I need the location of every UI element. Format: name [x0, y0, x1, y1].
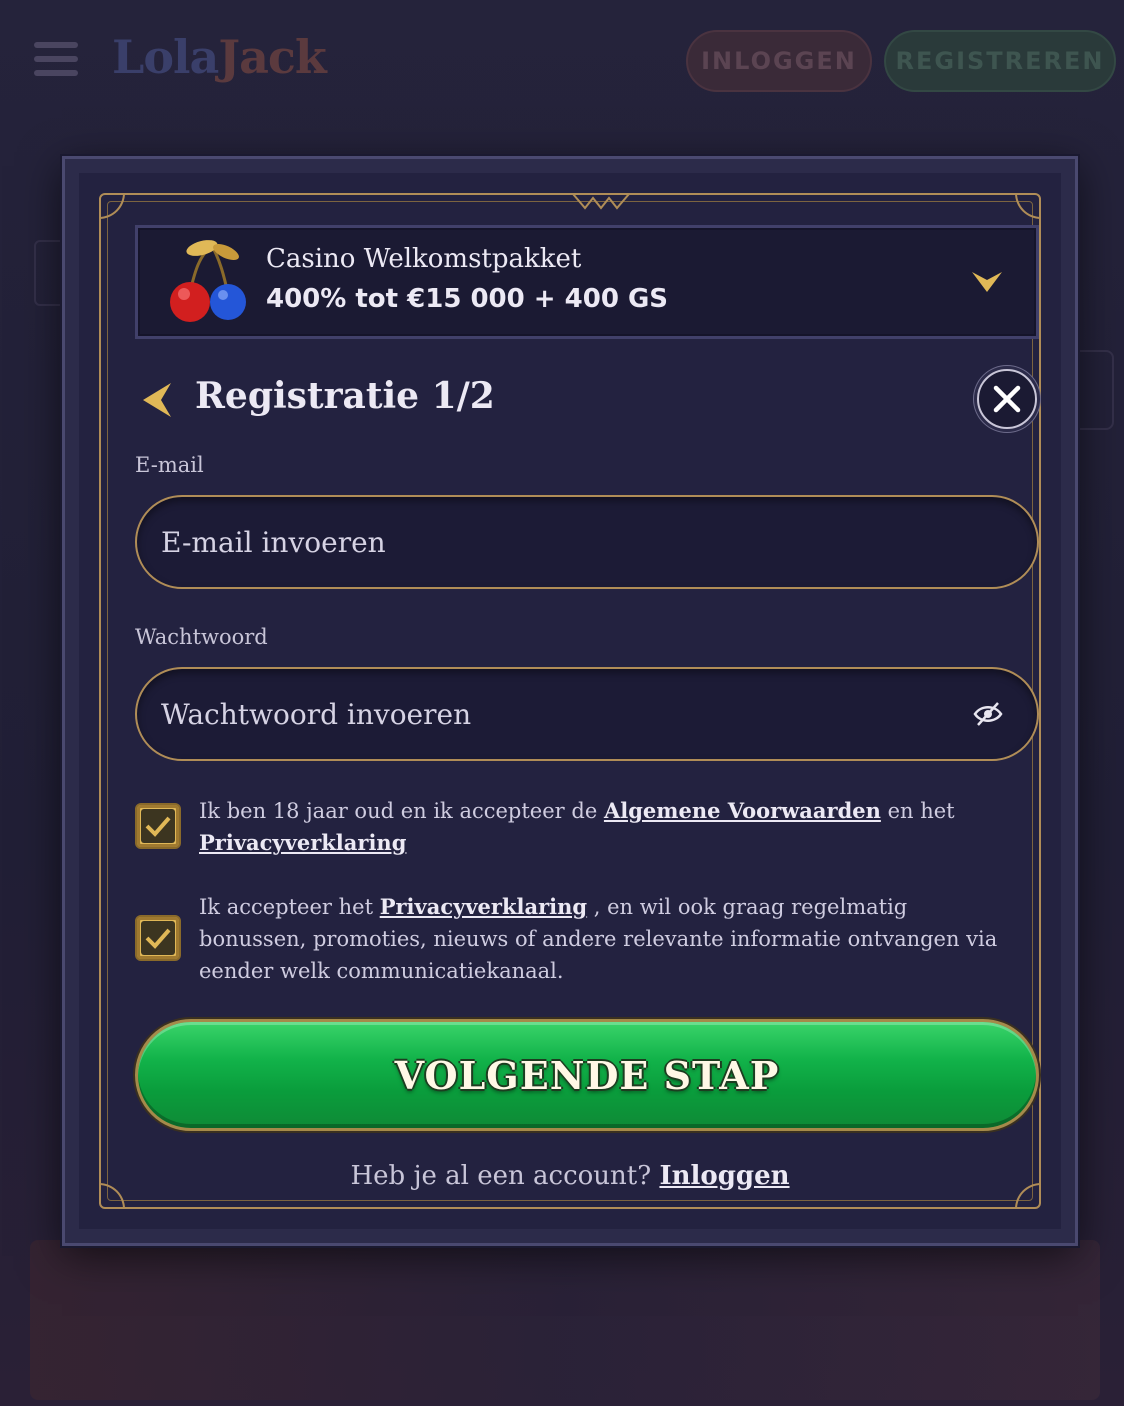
cherries-icon [170, 240, 246, 322]
site-logo: LolaJack [112, 30, 327, 84]
privacy-statement-link[interactable]: Privacyverklaring [380, 894, 587, 919]
registration-modal: Casino Welkomstpakket 400% tot €15 000 +… [62, 156, 1078, 1246]
password-field[interactable] [137, 669, 1037, 759]
privacy-statement-link[interactable]: Privacyverklaring [199, 830, 406, 855]
marketing-checkbox[interactable] [135, 915, 181, 961]
page-title: Registratie 1/2 [195, 375, 495, 417]
next-step-button[interactable]: VOLGENDE STAP [135, 1019, 1039, 1131]
password-field-wrapper [135, 667, 1039, 761]
terms-text: Ik ben 18 jaar oud en ik accepteer de Al… [199, 798, 955, 855]
email-field[interactable] [137, 497, 1037, 587]
close-icon [993, 385, 1021, 413]
modal-panel: Casino Welkomstpakket 400% tot €15 000 +… [79, 173, 1061, 1229]
login-link[interactable]: Inloggen [659, 1161, 789, 1191]
general-terms-link[interactable]: Algemene Voorwaarden [604, 798, 881, 823]
background-login-button: INLOGGEN [686, 30, 872, 92]
checkmark-icon [145, 928, 171, 949]
background-game-tiles [30, 1240, 1100, 1400]
email-label: E-mail [135, 453, 204, 477]
back-arrow-icon[interactable] [143, 383, 173, 417]
hamburger-menu-icon [34, 42, 78, 76]
next-step-label: VOLGENDE STAP [394, 1052, 780, 1098]
chevron-down-icon [972, 272, 1002, 292]
eye-slash-icon[interactable] [973, 701, 1003, 727]
email-field-wrapper [135, 495, 1039, 589]
password-label: Wachtwoord [135, 625, 268, 649]
checkmark-icon [145, 816, 171, 837]
background-register-button: REGISTREREN [884, 30, 1116, 92]
terms-checkbox[interactable] [135, 803, 181, 849]
bonus-offer: 400% tot €15 000 + 400 GS [266, 284, 669, 314]
marketing-text: Ik accepteer het Privacyverklaring , en … [199, 894, 998, 983]
frame-ornament-icon [572, 193, 630, 210]
bonus-package-selector[interactable]: Casino Welkomstpakket 400% tot €15 000 +… [135, 225, 1039, 339]
bonus-title: Casino Welkomstpakket [266, 244, 582, 274]
close-button[interactable] [977, 369, 1037, 429]
login-prompt: Heb je al een account? Inloggen [350, 1161, 790, 1191]
background-header: LolaJack INLOGGEN REGISTREREN [0, 0, 1124, 120]
